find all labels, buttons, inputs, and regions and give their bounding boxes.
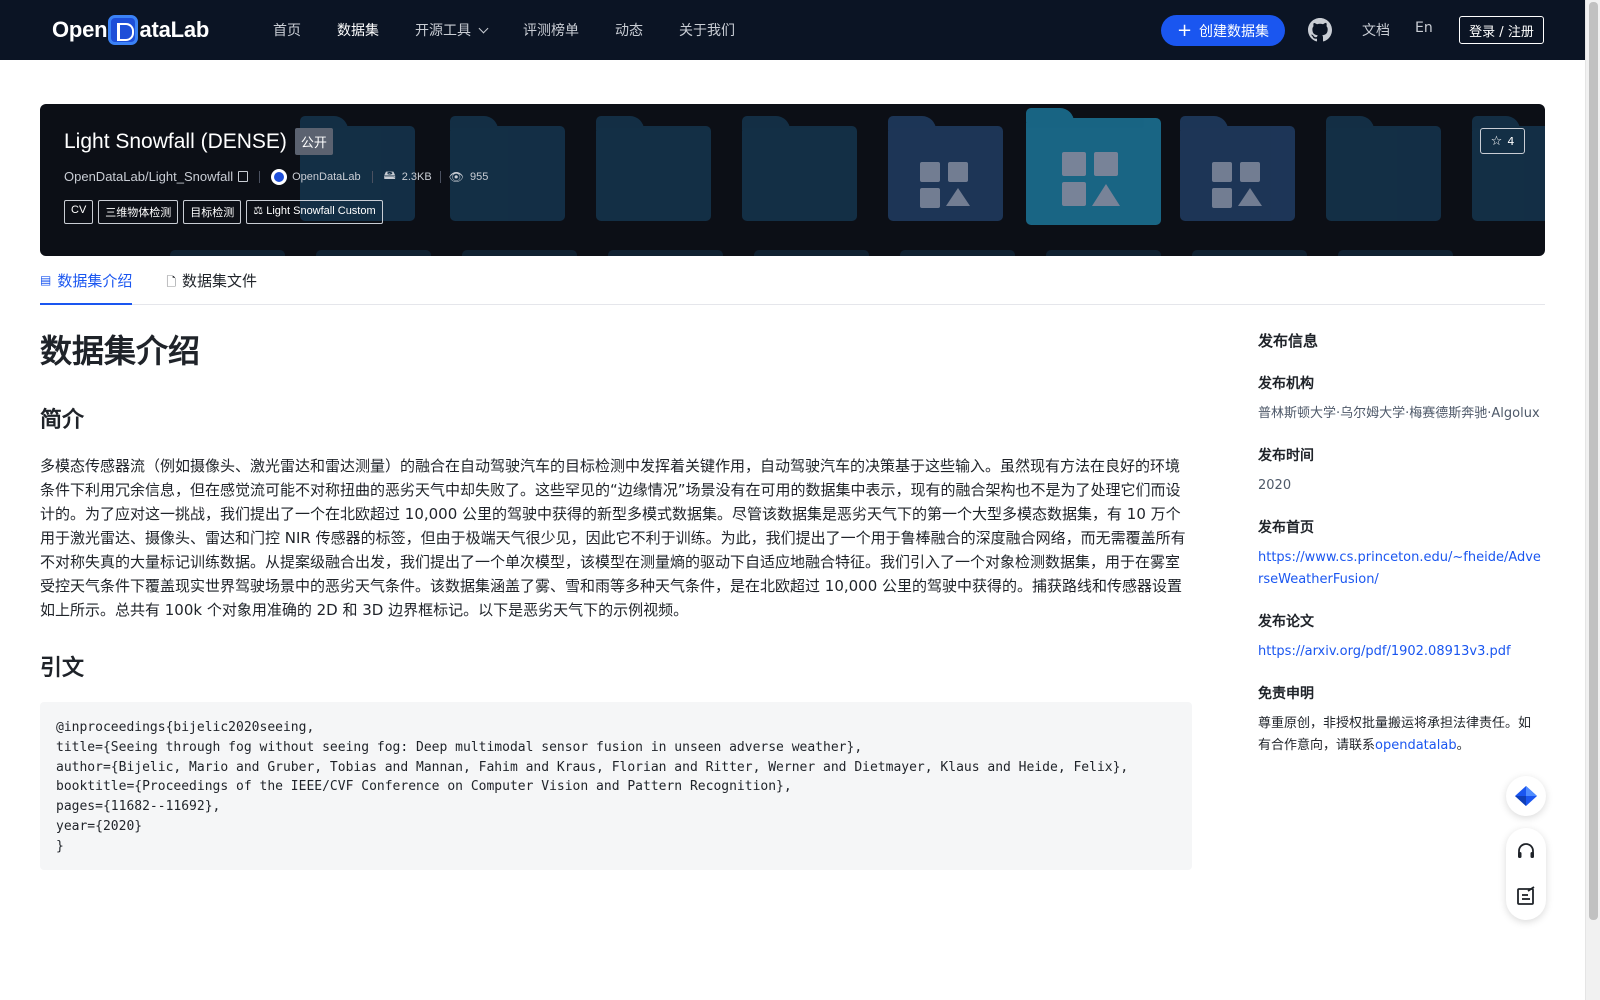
- homepage-link[interactable]: https://www.cs.princeton.edu/~fheide/Adv…: [1258, 550, 1541, 587]
- main-nav: 首页 数据集 开源工具 评测榜单 动态 关于我们: [273, 0, 771, 60]
- disclaimer-label: 免责申明: [1258, 686, 1314, 702]
- folder-decoration: [596, 116, 711, 221]
- dataset-title: Light Snowfall (DENSE): [64, 129, 287, 153]
- paper-link[interactable]: https://arxiv.org/pdf/1902.08913v3.pdf: [1258, 644, 1511, 659]
- homepage-label: 发布首页: [1258, 520, 1314, 536]
- login-register-button[interactable]: 登录 / 注册: [1459, 16, 1544, 44]
- citation-heading: 引文: [40, 655, 85, 681]
- license-tag[interactable]: ⚖ Light Snowfall Custom: [246, 200, 383, 224]
- view-count: 955: [469, 170, 489, 183]
- content-tabs: ▤ 数据集介绍 🗋 数据集文件: [40, 268, 1545, 305]
- chevron-down-icon: [478, 23, 489, 33]
- site-logo[interactable]: Open ataLab: [52, 14, 209, 46]
- org-name[interactable]: OpenDataLab: [292, 171, 361, 183]
- tab-dataset-intro[interactable]: ▤ 数据集介绍: [40, 268, 133, 305]
- time-label: 发布时间: [1258, 448, 1314, 464]
- nav-item-about[interactable]: 关于我们: [679, 20, 735, 40]
- repo-path: OpenDataLab/Light_Snowfall: [64, 169, 234, 184]
- support-button[interactable]: [1506, 832, 1546, 872]
- plus-icon: +: [1176, 19, 1193, 41]
- scale-icon: ⚖: [253, 205, 267, 217]
- tag-list: CV 三维物体检测 目标检测 ⚖ Light Snowfall Custom: [64, 200, 388, 224]
- disclaimer-text: 尊重原创，非授权批量搬运将承担法律责任。如有合作意向，请联系opendatala…: [1258, 716, 1532, 753]
- dataset-meta: OpenDataLab/Light_Snowfall OpenDataLab 🖴…: [64, 166, 488, 187]
- logo-d-mark: [108, 15, 139, 45]
- create-dataset-button[interactable]: + 创建数据集: [1161, 15, 1285, 46]
- folder-decoration: [742, 116, 857, 221]
- page-scrollbar[interactable]: [1585, 0, 1600, 1000]
- org-avatar: [271, 168, 288, 185]
- nav-docs-link[interactable]: 文档: [1362, 20, 1390, 40]
- intro-heading: 简介: [40, 407, 85, 433]
- star-icon: ☆: [1490, 133, 1503, 149]
- tab-dataset-files[interactable]: 🗋 数据集文件: [166, 268, 257, 304]
- sidebar-title: 发布信息: [1258, 332, 1319, 350]
- org-label: 发布机构: [1258, 376, 1314, 392]
- dataset-title-row: Light Snowfall (DENSE) 公开: [64, 128, 333, 155]
- scrollbar-thumb[interactable]: [1589, 2, 1598, 920]
- dataset-icon: ▤: [40, 273, 52, 287]
- visibility-badge: 公开: [294, 128, 333, 155]
- citation-code-block: @inproceedings{bijelic2020seeing, title=…: [40, 702, 1192, 870]
- github-icon[interactable]: [1308, 18, 1332, 42]
- feedback-button[interactable]: [1506, 876, 1546, 916]
- org-value: 普林斯顿大学·乌尔姆大学·梅赛德斯奔驰·Algolux: [1258, 406, 1540, 421]
- top-navbar: Open ataLab 首页 数据集 开源工具 评测榜单 动态 关于我们 + 创建…: [0, 0, 1585, 60]
- dataset-description: 数据集介绍 简介 多模态传感器流（例如摄像头、激光雷达和雷达测量）的融合在自动驾…: [40, 326, 1192, 870]
- file-icon: 🗋: [166, 275, 177, 289]
- folder-decoration: [1326, 116, 1441, 221]
- star-button[interactable]: ☆ 4: [1480, 128, 1525, 154]
- nav-item-datasets[interactable]: 数据集: [337, 20, 379, 40]
- intro-paragraph: 多模态传感器流（例如摄像头、激光雷达和雷达测量）的融合在自动驾驶汽车的目标检测中…: [40, 457, 1186, 619]
- dataset-size: 2.3KB: [401, 170, 432, 183]
- tag-3d-detection[interactable]: 三维物体检测: [98, 200, 179, 224]
- nav-item-news[interactable]: 动态: [615, 20, 643, 40]
- paper-label: 发布论文: [1258, 614, 1314, 630]
- assistant-float-button[interactable]: [1506, 776, 1546, 816]
- disk-icon: 🖴: [383, 168, 396, 182]
- nav-item-tools[interactable]: 开源工具: [415, 20, 489, 40]
- folder-decoration: [1180, 116, 1295, 221]
- publish-info-sidebar: 发布信息 发布机构 普林斯顿大学·乌尔姆大学·梅赛德斯奔驰·Algolux 发布…: [1258, 330, 1543, 777]
- help-float-group: [1506, 828, 1546, 920]
- copy-icon[interactable]: [238, 171, 249, 182]
- headset-icon: [1518, 843, 1534, 858]
- time-value: 2020: [1258, 478, 1292, 493]
- folder-decoration: [888, 116, 1003, 221]
- nav-item-leaderboard[interactable]: 评测榜单: [523, 20, 579, 40]
- folder-decoration-highlight: [1026, 108, 1161, 225]
- contact-link[interactable]: opendatalab: [1375, 738, 1457, 753]
- language-switch[interactable]: En: [1415, 20, 1433, 36]
- page-title: 数据集介绍: [40, 332, 201, 370]
- tag-cv[interactable]: CV: [64, 200, 94, 224]
- diamond-logo-icon: [1515, 786, 1537, 806]
- tag-object-detection[interactable]: 目标检测: [183, 200, 242, 224]
- feedback-icon: [1517, 886, 1535, 905]
- dataset-banner: Light Snowfall (DENSE) 公开 OpenDataLab/Li…: [40, 104, 1545, 256]
- nav-item-home[interactable]: 首页: [273, 20, 301, 40]
- eye-icon: 👁: [448, 169, 464, 184]
